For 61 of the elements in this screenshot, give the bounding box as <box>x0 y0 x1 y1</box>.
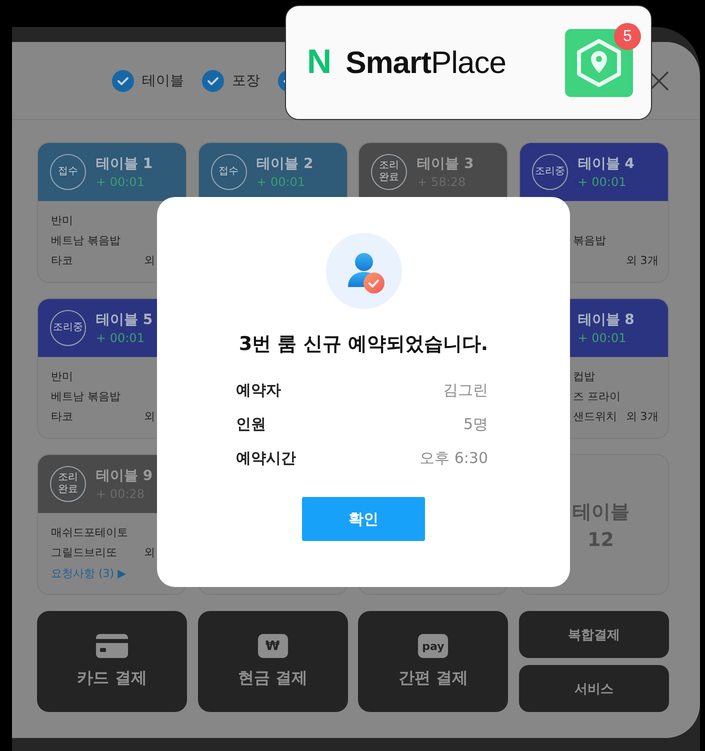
payment-button[interactable]: 카드 결제 <box>37 611 187 712</box>
table-name: 테이블 5 <box>96 311 153 329</box>
elapsed-time: + 00:01 <box>256 175 306 189</box>
field-label: 인원 <box>236 414 266 434</box>
menu-item: 샌드위치 <box>572 410 617 422</box>
option-button[interactable]: 서비스 <box>518 665 669 712</box>
status-badge: 접수 <box>50 154 86 190</box>
field-label: 예약자 <box>236 380 281 400</box>
confirm-button[interactable]: 확인 <box>302 497 425 541</box>
menu-item: 타코 <box>51 254 73 266</box>
elapsed-time: + 00:01 <box>96 175 146 189</box>
menu-item: 즈 프라이 <box>572 390 620 402</box>
menu-item: 컵밥 <box>572 370 595 382</box>
dialog-title: 3번 룸 신규 예약되었습니다. <box>238 332 488 357</box>
payment-button[interactable]: ₩ 현금 결제 <box>198 611 348 712</box>
won-icon: ₩ <box>258 634 288 658</box>
notification-popup[interactable]: N SmartPlace 5 <box>285 5 652 120</box>
notification-badge: 5 <box>614 23 641 50</box>
status-badge: 조리중 <box>50 310 86 346</box>
filter-label[interactable]: 테이블 <box>142 72 184 90</box>
menu-item: 타코 <box>51 410 73 422</box>
elapsed-time: + 00:01 <box>578 175 628 189</box>
menu-item: 베트남 볶음밥 <box>51 234 120 246</box>
menu-item: 반미 <box>51 214 73 226</box>
user-check-icon <box>326 233 402 309</box>
logo-mark: N <box>307 43 332 82</box>
menu-item: 그릴드브리또 <box>51 546 117 558</box>
table-name: 테이블 1 <box>96 155 153 173</box>
more-items: 외 <box>144 544 155 560</box>
menu-item: 볶음밥 <box>572 234 606 246</box>
menu-item: 베트남 볶음밥 <box>51 390 120 402</box>
status-badge: 조리중 <box>532 154 568 190</box>
menu-item: 매쉬드포테이토 <box>51 526 128 538</box>
menu-item: 반미 <box>51 370 73 382</box>
field-value: 오후 6:30 <box>420 448 488 468</box>
field-value: 김그린 <box>443 380 488 400</box>
pay-icon: pay <box>418 634 448 658</box>
elapsed-time: + 00:01 <box>96 331 146 345</box>
option-button[interactable]: 복합결제 <box>518 611 669 658</box>
table-name: 테이블 3 <box>417 155 474 173</box>
checkbox-icon[interactable] <box>202 70 224 92</box>
more-items: 외 3개 <box>626 408 658 424</box>
field-value: 5명 <box>463 414 488 434</box>
table-name: 테이블 4 <box>578 155 634 173</box>
more-items: 외 <box>144 408 155 424</box>
table-name: 테이블 9 <box>96 467 153 485</box>
elapsed-time: + 00:01 <box>578 331 628 345</box>
status-badge: 조리 완료 <box>50 466 86 502</box>
payment-button[interactable]: pay 간편 결제 <box>358 611 508 712</box>
field-label: 예약시간 <box>236 448 296 468</box>
app-icon[interactable] <box>565 29 633 97</box>
credit-card-icon <box>96 634 128 658</box>
brand-name: SmartPlace <box>346 44 506 80</box>
table-name: 테이블 2 <box>256 155 314 173</box>
table-name: 테이블 8 <box>578 311 634 329</box>
status-badge: 접수 <box>210 154 247 190</box>
status-badge: 조리 완료 <box>371 154 408 190</box>
more-items: 외 3개 <box>626 252 658 268</box>
filter-label[interactable]: 포장 <box>232 72 260 90</box>
checkbox-icon[interactable] <box>112 70 134 92</box>
more-items: 외 <box>144 252 155 268</box>
